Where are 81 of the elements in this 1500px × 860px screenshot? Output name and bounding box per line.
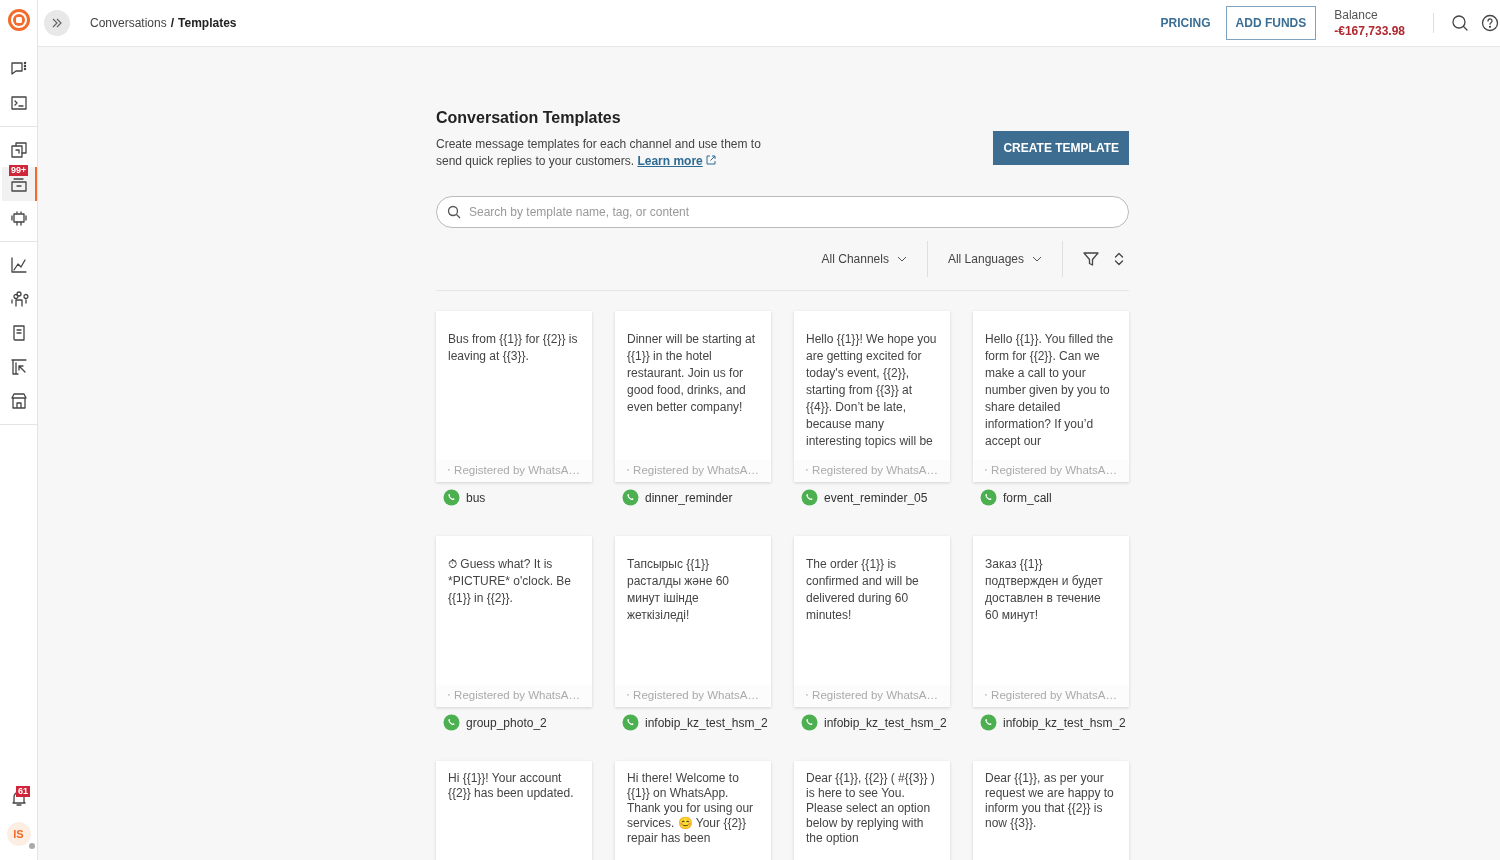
template-card[interactable]: Hello {{1}}. You filled the form for {{2}}. Can we make a call to your number given by you to share detailed information? If you’d accept our Registered by WhatsA…	[973, 311, 1129, 482]
template-footer: Registered by WhatsA…	[991, 689, 1117, 701]
template-text: Hello {{1}}! We hope you are getting excited for today's event, {{2}}, starting from {{3}} at {{4}}. Don’t be late, because many interesting topics will be	[805, 331, 938, 450]
template-footer: Registered by WhatsA…	[454, 464, 580, 476]
create-template-button[interactable]: CREATE TEMPLATE	[993, 131, 1129, 165]
template-text: Hello {{1}}. You filled the form for {{2}}. Can we make a call to your number given by you to share detailed information? If you’d accept our	[984, 331, 1115, 450]
status-dot	[28, 843, 35, 849]
template-footer: Registered by WhatsA…	[454, 689, 580, 701]
template-text: ⏱ Guess what? It is *PICTURE* o'clock. Be {{1}} in {{2}}.	[447, 556, 572, 607]
template-card[interactable]: Hello {{1}}! We hope you are getting excited for today's event, {{2}}, starting from {{3}} at {{4}}. Don’t be late, because many interesting topics will be Registered by WhatsA…	[794, 311, 950, 482]
breadcrumb-link[interactable]: Conversations	[90, 16, 167, 30]
line-chart-icon	[8, 255, 29, 275]
template-name: infobip_kz_test_hsm_2	[645, 715, 768, 730]
page-description: Create message templates for each channel and use them to send quick replies to your customers. Learn more	[436, 136, 762, 170]
template-card[interactable]: Dear {{1}}, as per your request we are happy to inform you that {{2}} is now {{3}}.	[973, 761, 1129, 860]
template-name: bus	[466, 490, 486, 505]
template-text: Hi {{1}}! Your account {{2}} has been updated.	[447, 770, 575, 802]
channel-dropdown[interactable]: All Channels	[801, 252, 927, 266]
template-card[interactable]: Dinner will be starting at {{1}} in the hotel restaurant. Join us for good food, drinks, and even better company! Registered by WhatsA…	[615, 311, 771, 482]
template-text: Hi there! Welcome to {{1}} on WhatsApp. Thank you for using our services. 😊 Your {{2}} repair has been	[626, 770, 755, 847]
template-card[interactable]: Заказ {{1}} подтвержден и будет доставлен в течение 60 минут! Registered by WhatsA…	[973, 536, 1129, 707]
template-name: dinner_reminder	[645, 490, 733, 505]
logo-icon[interactable]	[6, 8, 31, 32]
template-card[interactable]: The order {{1}} is confirmed and will be delivered during 60 minutes! Registered by WhatsA…	[794, 536, 950, 707]
balance-label: Balance	[1334, 8, 1379, 22]
template-card[interactable]: Bus from {{1}} for {{2}} is leaving at {{3}}. Registered by WhatsA…	[436, 311, 592, 482]
template-name: event_reminder_05	[824, 490, 928, 505]
whatsapp-icon	[443, 714, 460, 731]
count-badge: 61	[16, 786, 30, 797]
template-card[interactable]: ⏱ Guess what? It is *PICTURE* o'clock. Be {{1}} in {{2}}. Registered by WhatsA…	[436, 536, 592, 707]
filter-icon[interactable]	[1081, 249, 1101, 269]
language-dropdown[interactable]: All Languages	[927, 252, 1062, 266]
template-text: Dinner will be starting at {{1}} in the hotel restaurant. Join us for good food, drinks, and even better company!	[626, 331, 757, 416]
expand-button[interactable]	[44, 10, 70, 36]
chevron-down-icon	[1032, 256, 1042, 262]
breadcrumb-separator: /	[170, 16, 175, 30]
balance-value: -€167,733.98	[1334, 24, 1405, 38]
template-footer: Registered by WhatsA…	[633, 689, 759, 701]
external-link-icon	[706, 155, 717, 165]
template-text: Bus from {{1}} for {{2}} is leaving at {{3}}.	[447, 331, 579, 365]
copy-icon	[8, 140, 29, 160]
whatsapp-icon	[443, 489, 460, 506]
template-card[interactable]: Hi {{1}}! Your account {{2}} has been updated.	[436, 761, 592, 860]
whatsapp-icon	[622, 489, 639, 506]
template-name: group_photo_2	[466, 715, 547, 730]
search-field[interactable]: Search by template name, tag, or content	[436, 196, 1129, 228]
whatsapp-icon	[801, 714, 818, 731]
template-name: infobip_kz_test_hsm_2	[824, 715, 947, 730]
template-text: Dear {{1}}, as per your request we are happy to inform you that {{2}} is now {{3}}.	[984, 770, 1115, 832]
pricing-link[interactable]: PRICING	[1160, 16, 1211, 30]
template-name: form_call	[1003, 490, 1052, 505]
whatsapp-icon	[622, 714, 639, 731]
double-chevron-icon	[51, 17, 63, 29]
whatsapp-icon	[980, 714, 997, 731]
template-footer: Registered by WhatsA…	[812, 689, 938, 701]
count-badge: 99+	[9, 165, 29, 176]
template-text: Тапсырыс {{1}} расталды және 60 минут ішінде жеткізіледі!	[626, 556, 731, 624]
help-icon[interactable]	[1480, 13, 1500, 33]
template-card[interactable]: Dear {{1}}, {{2}} ( #{{3}} ) is here to see You. Please select an option below by replying with the option	[794, 761, 950, 860]
search-input[interactable]: Search by template name, tag, or content	[467, 204, 1118, 220]
search-icon	[447, 205, 461, 219]
whatsapp-icon	[980, 489, 997, 506]
template-card[interactable]: Тапсырыс {{1}} расталды және 60 минут ішінде жеткізіледі! Registered by WhatsA…	[615, 536, 771, 707]
template-text: Dear {{1}}, {{2}} ( #{{3}} ) is here to see You. Please select an option below by replying with the option	[805, 770, 936, 847]
search-icon[interactable]	[1450, 13, 1470, 33]
breadcrumb-current: Templates	[178, 16, 237, 30]
template-name: infobip_kz_test_hsm_2	[1003, 715, 1126, 730]
whatsapp-icon	[801, 489, 818, 506]
chevron-down-icon	[896, 256, 907, 262]
template-footer: Registered by WhatsA…	[812, 464, 938, 476]
page-title: Conversation Templates	[436, 109, 622, 127]
add-funds-button[interactable]: ADD FUNDS	[1225, 6, 1317, 40]
learn-more-link[interactable]: Learn more	[637, 154, 703, 168]
template-text: Заказ {{1}} подтвержден и будет доставлен в течение 60 минут!	[984, 556, 1104, 624]
sidebar-item[interactable]: 99+	[2, 167, 35, 201]
template-text: The order {{1}} is confirmed and will be delivered during 60 minutes!	[805, 556, 920, 624]
people-icon	[8, 289, 29, 309]
template-footer: Registered by WhatsA…	[633, 464, 759, 476]
terminal-icon	[8, 93, 29, 113]
template-footer: Registered by WhatsA…	[991, 464, 1117, 476]
template-card[interactable]: Hi there! Welcome to {{1}} on WhatsApp. Thank you for using our services. 😊 Your {{2}} repair has been	[615, 761, 771, 860]
